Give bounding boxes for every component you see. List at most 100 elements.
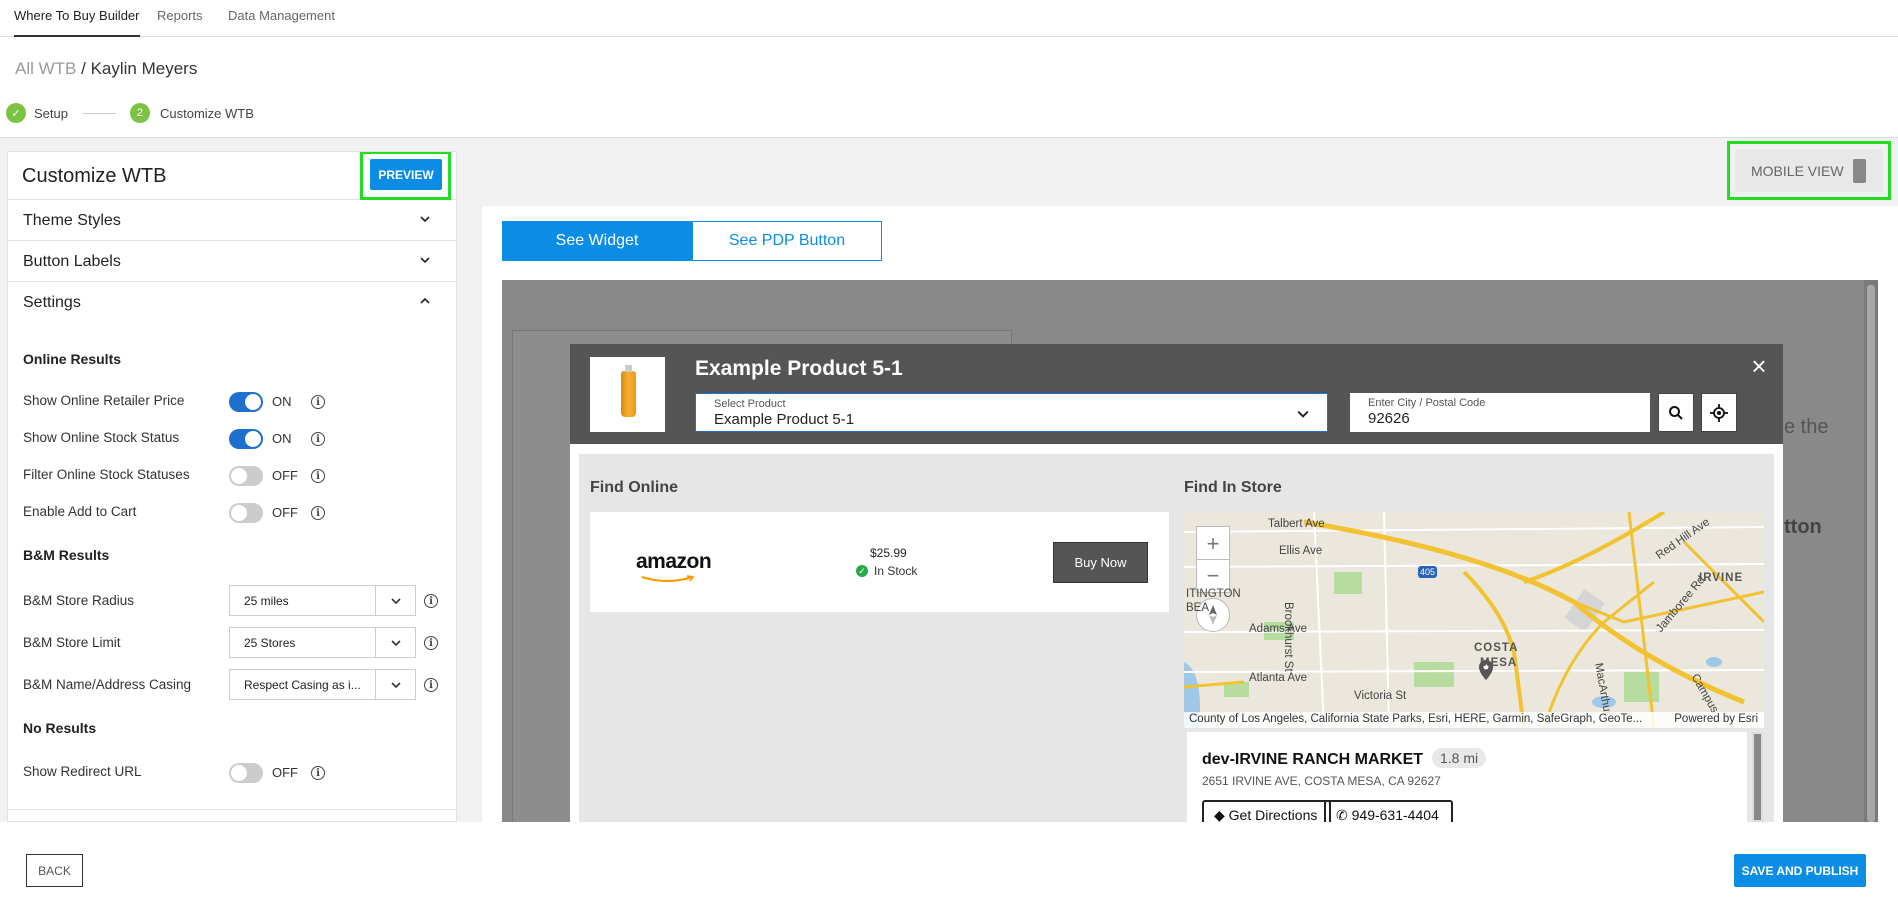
setting-label: B&M Name/Address Casing xyxy=(23,677,192,692)
bottle-icon xyxy=(621,365,636,417)
add-to-cart-toggle[interactable] xyxy=(229,503,263,523)
setting-label: Enable Add to Cart xyxy=(23,504,137,519)
setting-label: Show Online Stock Status xyxy=(23,430,180,445)
stock-status-toggle[interactable] xyxy=(229,429,263,449)
redirect-url-toggle[interactable] xyxy=(229,763,263,783)
tab-where-to-buy-builder[interactable]: Where To Buy Builder xyxy=(14,0,140,37)
chevron-up-icon xyxy=(420,297,430,304)
info-icon[interactable]: i xyxy=(311,766,325,780)
retailer-price: $25.99 xyxy=(870,546,907,560)
map-label: Atlanta Ave xyxy=(1249,672,1307,684)
buy-now-button[interactable]: Buy Now xyxy=(1053,542,1148,583)
info-icon[interactable]: i xyxy=(424,594,438,608)
attribution-text: County of Los Angeles, California State … xyxy=(1189,713,1643,725)
filter-stock-toggle[interactable] xyxy=(229,466,263,486)
info-icon[interactable]: i xyxy=(311,432,325,446)
widget-header: Example Product 5-1 × Select Product Exa… xyxy=(570,344,1783,444)
background-text: e the xyxy=(1784,416,1829,438)
powered-by-text[interactable]: Powered by Esri xyxy=(1674,713,1758,725)
product-title: Example Product 5-1 xyxy=(695,357,903,380)
map-label: Brookhurst St xyxy=(1282,602,1294,672)
setting-label: Filter Online Stock Statuses xyxy=(23,467,190,482)
info-icon[interactable]: i xyxy=(311,469,325,483)
map-label: BEA xyxy=(1186,602,1210,614)
preview-scrollbar[interactable] xyxy=(1864,280,1878,822)
chevron-down-icon xyxy=(1297,410,1309,418)
map-label: MESA xyxy=(1480,657,1518,669)
tab-data-management[interactable]: Data Management xyxy=(228,0,335,37)
close-icon[interactable]: × xyxy=(1749,353,1769,379)
info-icon[interactable]: i xyxy=(424,636,438,650)
tab-reports[interactable]: Reports xyxy=(157,0,203,37)
info-icon[interactable]: i xyxy=(311,395,325,409)
step-customize-label[interactable]: Customize WTB xyxy=(160,106,254,121)
chevron-down-icon xyxy=(375,628,415,657)
compass-icon xyxy=(1209,605,1217,625)
widget-body: Find Online Find In Store amazon $25.99 … xyxy=(579,454,1774,822)
tab-see-pdp-button[interactable]: See PDP Button xyxy=(692,221,882,261)
info-icon[interactable]: i xyxy=(424,678,438,692)
accordion-label: Theme Styles xyxy=(23,212,121,229)
casing-select[interactable]: Respect Casing as i... xyxy=(229,669,416,700)
preview-button[interactable]: PREVIEW xyxy=(370,159,442,190)
save-and-publish-button[interactable]: SAVE AND PUBLISH xyxy=(1734,854,1866,887)
accordion-settings[interactable]: Settings xyxy=(8,282,456,323)
accordion-label: Button Labels xyxy=(23,253,121,270)
back-button[interactable]: BACK xyxy=(26,854,83,887)
setting-label: B&M Store Limit xyxy=(23,635,121,650)
search-icon xyxy=(1669,405,1683,420)
store-radius-select[interactable]: 25 miles xyxy=(229,585,416,616)
field-value: 92626 xyxy=(1368,410,1410,427)
retailer-logo: amazon xyxy=(636,550,712,573)
accordion-button-labels[interactable]: Button Labels xyxy=(8,241,456,282)
preview-tabs: See Widget See PDP Button xyxy=(502,221,882,261)
map-label: Adams Ave xyxy=(1249,623,1307,635)
call-store-button[interactable]: ✆ 949-631-4404 xyxy=(1324,800,1453,822)
store-list-scrollbar[interactable] xyxy=(1752,732,1763,822)
stock-label: In Stock xyxy=(874,564,918,578)
store-map[interactable]: + − Talbert Ave Ellis Ave ITINGTON BEA A… xyxy=(1184,512,1764,728)
city-postal-input[interactable]: Enter City / Postal Code 92626 xyxy=(1350,393,1650,432)
preview-panel: See Widget See PDP Button e the tton Exa… xyxy=(482,206,1898,822)
map-label: Talbert Ave xyxy=(1268,518,1325,530)
check-icon: ✓ xyxy=(856,565,868,577)
find-in-store-heading: Find In Store xyxy=(1184,479,1282,496)
online-results-heading: Online Results xyxy=(23,351,122,367)
store-limit-select[interactable]: 25 Stores xyxy=(229,627,416,658)
map-label: Victoria St xyxy=(1354,690,1407,702)
breadcrumb-root[interactable]: All WTB xyxy=(15,59,76,78)
customize-header: Customize WTB PREVIEW xyxy=(8,152,456,200)
bm-results-heading: B&M Results xyxy=(23,547,110,563)
accordion-theme-styles[interactable]: Theme Styles xyxy=(8,200,456,241)
breadcrumb-separator: / xyxy=(76,59,91,78)
product-select[interactable]: Select Product Example Product 5-1 xyxy=(695,393,1328,432)
directions-icon: ◆ xyxy=(1214,807,1225,822)
online-retailer-card: amazon $25.99 ✓ In Stock Buy Now xyxy=(590,512,1169,612)
chevron-down-icon xyxy=(420,216,430,223)
chevron-down-icon xyxy=(375,586,415,615)
mobile-view-button[interactable]: MOBILE VIEW xyxy=(1735,149,1883,192)
get-directions-button[interactable]: ◆ Get Directions xyxy=(1202,800,1332,822)
info-icon[interactable]: i xyxy=(311,506,325,520)
zoom-in-button[interactable]: + xyxy=(1196,526,1230,560)
field-label: Select Product xyxy=(714,398,786,410)
background-text: tton xyxy=(1784,516,1822,538)
tab-see-widget[interactable]: See Widget xyxy=(502,221,692,261)
locate-me-button[interactable] xyxy=(1701,393,1737,432)
search-button[interactable] xyxy=(1658,393,1694,432)
step-setup-label[interactable]: Setup xyxy=(34,106,68,121)
phone-icon xyxy=(1853,159,1866,183)
map-label: COSTA xyxy=(1474,642,1519,654)
map-label: ITINGTON xyxy=(1186,588,1241,600)
divider xyxy=(8,809,456,810)
store-result-card[interactable]: dev-IRVINE RANCH MARKET 1.8 mi 2651 IRVI… xyxy=(1187,732,1747,822)
toggle-state: ON xyxy=(272,431,292,446)
retailer-price-toggle[interactable] xyxy=(229,392,263,412)
crosshair-icon xyxy=(1710,403,1728,422)
field-label: Enter City / Postal Code xyxy=(1368,397,1486,409)
stock-status: ✓ In Stock xyxy=(856,564,917,578)
store-name: dev-IRVINE RANCH MARKET xyxy=(1202,751,1424,768)
customize-panel: Customize WTB PREVIEW Theme Styles Butto… xyxy=(7,151,457,822)
setting-label: Show Online Retailer Price xyxy=(23,393,185,408)
store-address: 2651 IRVINE AVE, COSTA MESA, CA 92627 xyxy=(1202,774,1441,788)
